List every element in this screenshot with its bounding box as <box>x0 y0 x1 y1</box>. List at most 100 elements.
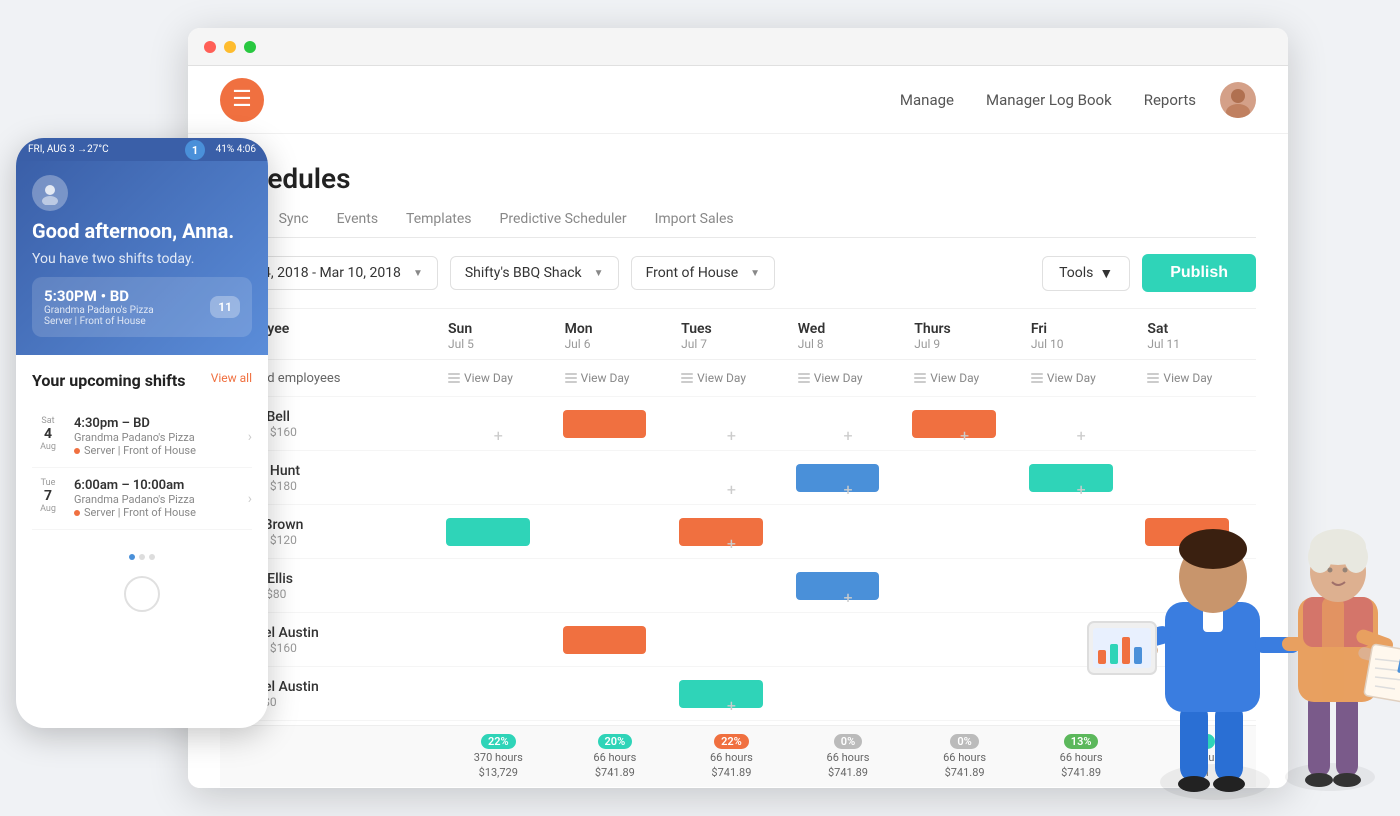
col-header-sat: Sat Jul 11 <box>1139 317 1256 355</box>
view-day-thurs[interactable]: View Day <box>906 366 1023 390</box>
tab-events[interactable]: Events <box>337 211 378 237</box>
shift-details: 4:30pm – BD Grandma Padano's Pizza Serve… <box>74 416 238 457</box>
maximize-dot[interactable] <box>244 41 256 53</box>
grid-header: Employee Sun Jul 5 Mon Jul 6 Tues Jul 7 … <box>220 309 1256 360</box>
location-dropdown[interactable]: Shifty's BBQ Shack ▼ <box>450 256 619 290</box>
shift-cell[interactable]: + <box>673 453 790 503</box>
mobile-phone: FRI, AUG 3 →27°C 41% 4:06 Good afternoon… <box>16 138 268 728</box>
chevron-down-icon: ▼ <box>594 268 604 279</box>
phone-white-section: Your upcoming shifts View all Sat 4 Aug … <box>16 355 268 546</box>
shift-cell[interactable] <box>906 615 1023 665</box>
phone-shift-card[interactable]: 5:30PM • BD Grandma Padano's Pizza Serve… <box>32 277 252 337</box>
shift-cell[interactable] <box>673 561 790 611</box>
nav-manage[interactable]: Manage <box>900 91 954 109</box>
close-dot[interactable] <box>204 41 216 53</box>
list-item[interactable]: Tue 7 Aug 6:00am – 10:00am Grandma Padan… <box>32 468 252 530</box>
shift-cell[interactable] <box>440 615 557 665</box>
shift-cell[interactable] <box>557 669 674 719</box>
list-icon <box>448 373 460 383</box>
shift-cell[interactable]: + <box>673 669 790 719</box>
shift-cell[interactable] <box>790 669 907 719</box>
shift-cell[interactable]: + <box>906 399 1023 449</box>
shift-cell[interactable] <box>906 507 1023 557</box>
shift-cell[interactable] <box>906 561 1023 611</box>
phone-blue-section: Good afternoon, Anna. You have two shift… <box>16 161 268 355</box>
tabs-bar: View Sync Events Templates Predictive Sc… <box>220 211 1256 238</box>
shift-cell[interactable]: + <box>673 399 790 449</box>
shift-cell[interactable] <box>906 669 1023 719</box>
chevron-down-icon: ▼ <box>1099 265 1113 282</box>
avatar[interactable] <box>1220 82 1256 118</box>
shift-cell[interactable]: + <box>440 399 557 449</box>
view-all-link[interactable]: View all <box>211 371 252 394</box>
col-header-tues: Tues Jul 7 <box>673 317 790 355</box>
shift-cell[interactable] <box>440 507 557 557</box>
shift-cell[interactable] <box>673 615 790 665</box>
shift-cell[interactable] <box>906 453 1023 503</box>
view-day-sun[interactable]: View Day <box>440 366 557 390</box>
shift-cell[interactable] <box>790 507 907 557</box>
role-dot <box>74 448 80 454</box>
view-day-mon[interactable]: View Day <box>557 366 674 390</box>
chevron-down-icon: ▼ <box>413 268 423 279</box>
logo-icon: ☰ <box>232 87 252 112</box>
stat-cell-tues: 22% 66 hours $741.89 <box>673 734 790 779</box>
tab-predictive[interactable]: Predictive Scheduler <box>500 211 627 237</box>
toolbar: Mar 4, 2018 - Mar 10, 2018 ▼ Shifty's BB… <box>220 238 1256 309</box>
view-day-fri[interactable]: View Day <box>1023 366 1140 390</box>
shift-cell[interactable]: + <box>673 507 790 557</box>
shift-date-box: Sat 4 Aug <box>32 416 64 452</box>
list-icon <box>798 373 810 383</box>
chevron-down-icon: ▼ <box>750 268 760 279</box>
shift-cell[interactable] <box>790 615 907 665</box>
publish-button[interactable]: Publish <box>1142 254 1256 292</box>
stat-cell-thurs: 0% 66 hours $741.89 <box>906 734 1023 779</box>
tab-templates[interactable]: Templates <box>406 211 472 237</box>
people-illustration <box>1060 392 1400 812</box>
nav-reports[interactable]: Reports <box>1144 91 1196 109</box>
phone-subtext: You have two shifts today. <box>32 251 252 267</box>
nav-links: Manage Manager Log Book Reports <box>900 91 1196 109</box>
shift-cell[interactable] <box>557 399 674 449</box>
top-nav: ☰ Manage Manager Log Book Reports <box>188 66 1288 134</box>
shift-cell[interactable] <box>440 669 557 719</box>
view-day-tues[interactable]: View Day <box>673 366 790 390</box>
phone-home-btn[interactable] <box>16 568 268 620</box>
col-header-thurs: Thurs Jul 9 <box>906 317 1023 355</box>
shift-cell[interactable] <box>440 453 557 503</box>
tools-button[interactable]: Tools ▼ <box>1042 256 1130 291</box>
shift-cell[interactable] <box>557 507 674 557</box>
shift-cell[interactable] <box>557 453 674 503</box>
notification-badge: 1 <box>185 140 205 160</box>
chevron-right-icon: › <box>248 429 252 445</box>
shift-cell[interactable] <box>557 561 674 611</box>
minimize-dot[interactable] <box>224 41 236 53</box>
tab-sync[interactable]: Sync <box>279 211 309 237</box>
nav-manager-log[interactable]: Manager Log Book <box>986 91 1112 109</box>
tab-import[interactable]: Import Sales <box>655 211 734 237</box>
browser-titlebar <box>188 28 1288 66</box>
list-icon <box>1147 373 1159 383</box>
role-dot <box>74 510 80 516</box>
shift-date-box: Tue 7 Aug <box>32 478 64 514</box>
shift-cell[interactable]: + <box>790 561 907 611</box>
phone-dots <box>16 546 268 568</box>
shift-cell[interactable] <box>440 561 557 611</box>
view-day-wed[interactable]: View Day <box>790 366 907 390</box>
department-dropdown[interactable]: Front of House ▼ <box>631 256 776 290</box>
stats-empty <box>220 734 440 779</box>
phone-avatar <box>32 175 68 211</box>
col-header-wed: Wed Jul 8 <box>790 317 907 355</box>
page-title: Schedules <box>220 162 1256 195</box>
phone-greeting: Good afternoon, Anna. <box>32 219 252 243</box>
view-day-sat[interactable]: View Day <box>1139 366 1256 390</box>
col-header-mon: Mon Jul 6 <box>557 317 674 355</box>
list-item[interactable]: Sat 4 Aug 4:30pm – BD Grandma Padano's P… <box>32 406 252 468</box>
shift-cell[interactable] <box>557 615 674 665</box>
phone-status-bar: FRI, AUG 3 →27°C 41% 4:06 <box>16 138 268 161</box>
stat-cell-wed: 0% 66 hours $741.89 <box>790 734 907 779</box>
list-icon <box>1031 373 1043 383</box>
logo[interactable]: ☰ <box>220 78 264 122</box>
shift-cell[interactable]: + <box>790 399 907 449</box>
shift-cell[interactable]: + <box>790 453 907 503</box>
